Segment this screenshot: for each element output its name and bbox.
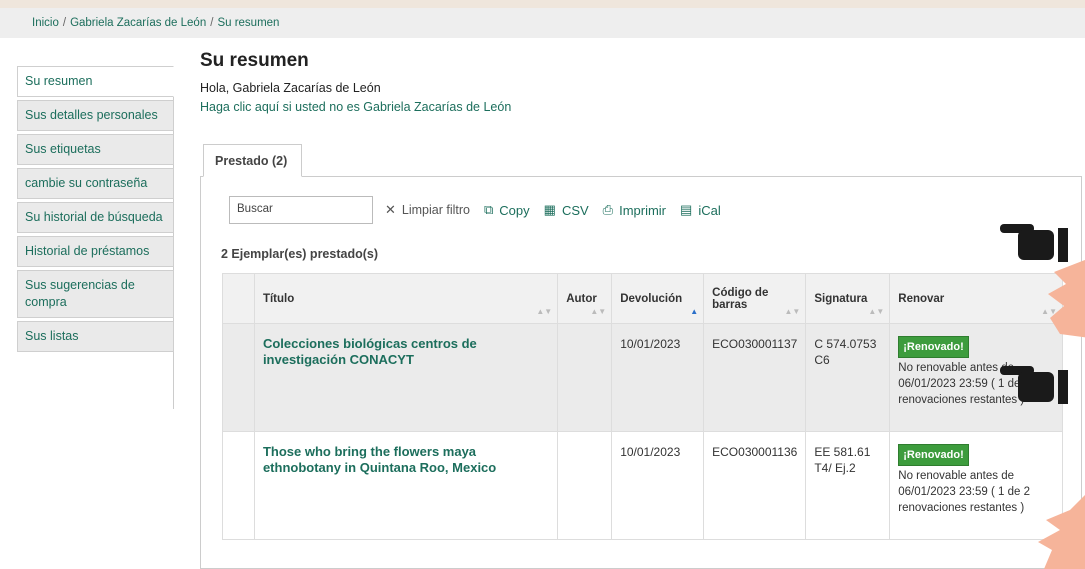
sort-icon: ▲▼: [868, 307, 885, 316]
breadcrumb: Inicio / Gabriela Zacarías de León / Su resu…: [0, 8, 1085, 38]
title-link[interactable]: Colecciones biológicas centros de invest…: [263, 336, 477, 367]
csv-button[interactable]: ▦ CSV: [544, 202, 589, 218]
column-renew-label: Renovar: [898, 292, 945, 305]
column-barcode[interactable]: Código de barras ▲▼: [703, 273, 807, 324]
print-button[interactable]: ⎙ Imprimir: [603, 202, 666, 218]
main-content: Su resumen Hola, Gabriela Zacarías de Le…: [200, 50, 1082, 569]
callnumber-cell: EE 581.61 T4/ Ej.2: [805, 431, 891, 540]
csv-label: CSV: [561, 202, 589, 218]
clear-filter-button[interactable]: ✕ Limpiar filtro: [385, 202, 470, 218]
table-toolbar: Buscar ✕ Limpiar filtro ⧉ Copy ▦ CSV ⎙ Impri…: [229, 196, 721, 224]
sort-icon: ▲▼: [784, 307, 801, 316]
sidebar-item-summary[interactable]: Su resumen: [17, 66, 174, 97]
decorative-hand-shape: [1048, 259, 1085, 338]
column-callnumber-label: Signatura: [814, 292, 868, 305]
breadcrumb-home[interactable]: Inicio: [32, 17, 59, 29]
sort-asc-icon: ▲: [690, 307, 699, 316]
column-title-label: Título: [262, 292, 295, 305]
tab-checkouts[interactable]: Prestado (2): [203, 144, 303, 177]
sidebar-item-lists[interactable]: Sus listas: [17, 321, 174, 352]
sidebar-item-purchase-suggestions[interactable]: Sus sugerencias de compra: [17, 270, 174, 318]
renewed-badge: ¡Renovado!: [898, 444, 969, 466]
author-cell: [557, 431, 613, 540]
column-author-label: Autor: [566, 292, 597, 305]
checkouts-panel: Buscar ✕ Limpiar filtro ⧉ Copy ▦ CSV ⎙ Impri…: [200, 176, 1082, 569]
column-title[interactable]: Título ▲▼: [253, 273, 559, 324]
greeting: Hola, Gabriela Zacarías de León: [200, 81, 381, 95]
author-cell: [557, 323, 613, 432]
page-title: Su resumen: [200, 50, 309, 71]
pointing-hand-icon: [1000, 224, 1068, 262]
renewed-badge: ¡Renovado!: [898, 336, 969, 358]
table-row: Those who bring the flowers maya ethnobo…: [222, 431, 1063, 540]
copy-icon: ⧉: [483, 202, 494, 217]
column-due-label: Devolución: [620, 292, 683, 305]
copy-button[interactable]: ⧉ Copy: [484, 202, 530, 218]
sidebar-item-checkout-history[interactable]: Historial de préstamos: [17, 236, 174, 267]
table-row: Colecciones biológicas centros de invest…: [222, 323, 1063, 432]
clear-filter-label: Limpiar filtro: [401, 203, 470, 217]
column-callnumber[interactable]: Signatura ▲▼: [805, 273, 891, 324]
ical-label: iCal: [698, 202, 721, 218]
top-band: [0, 0, 1085, 8]
barcode-cell: ECO030001136: [703, 431, 807, 540]
due-cell: 10/01/2023: [611, 431, 705, 540]
callnumber-cell: C 574.0753 C6: [805, 323, 891, 432]
checkout-count: 2 Ejemplar(es) prestado(s): [221, 247, 378, 261]
due-cell: 10/01/2023: [611, 323, 705, 432]
ical-button[interactable]: ▤ iCal: [680, 202, 721, 218]
row-select-cell: [222, 431, 255, 540]
pointing-hand-icon: [1000, 366, 1068, 404]
title-link[interactable]: Those who bring the flowers maya ethnobo…: [263, 444, 496, 475]
sidebar-item-tags[interactable]: Sus etiquetas: [17, 134, 174, 165]
table-icon: ▦: [543, 202, 556, 217]
calendar-icon: ▤: [680, 202, 693, 217]
close-icon: ✕: [385, 202, 396, 217]
barcode-cell: ECO030001137: [703, 323, 807, 432]
column-barcode-label: Código de barras: [712, 286, 769, 311]
breadcrumb-user[interactable]: Gabriela Zacarías de León: [70, 17, 206, 29]
print-label: Imprimir: [619, 202, 667, 218]
sidebar-item-change-password[interactable]: cambie su contraseña: [17, 168, 174, 199]
not-you-link[interactable]: Haga clic aquí si usted no es Gabriela Z…: [200, 100, 511, 114]
row-select-cell: [222, 323, 255, 432]
copy-label: Copy: [499, 202, 530, 218]
print-icon: ⎙: [602, 202, 614, 217]
search-input[interactable]: Buscar: [229, 196, 373, 224]
sidebar-item-personal-details[interactable]: Sus detalles personales: [17, 100, 174, 131]
column-select: [222, 273, 255, 324]
column-author[interactable]: Autor ▲▼: [557, 273, 613, 324]
decorative-hand-shape: [1038, 495, 1085, 569]
breadcrumb-current[interactable]: Su resumen: [217, 17, 279, 29]
sidebar-item-search-history[interactable]: Su historial de búsqueda: [17, 202, 174, 233]
column-due[interactable]: Devolución ▲: [611, 273, 705, 324]
sort-icon: ▲▼: [590, 307, 607, 316]
sidebar-nav: Su resumen Sus detalles personales Sus e…: [17, 66, 174, 409]
title-cell: Colecciones biológicas centros de invest…: [253, 323, 559, 432]
checkouts-table: Título ▲▼ Autor ▲▼ Devolución ▲ Código de b…: [222, 273, 1063, 540]
sort-icon: ▲▼: [536, 307, 553, 316]
title-cell: Those who bring the flowers maya ethnobo…: [253, 431, 559, 540]
table-header-row: Título ▲▼ Autor ▲▼ Devolución ▲ Código de b…: [222, 273, 1063, 324]
